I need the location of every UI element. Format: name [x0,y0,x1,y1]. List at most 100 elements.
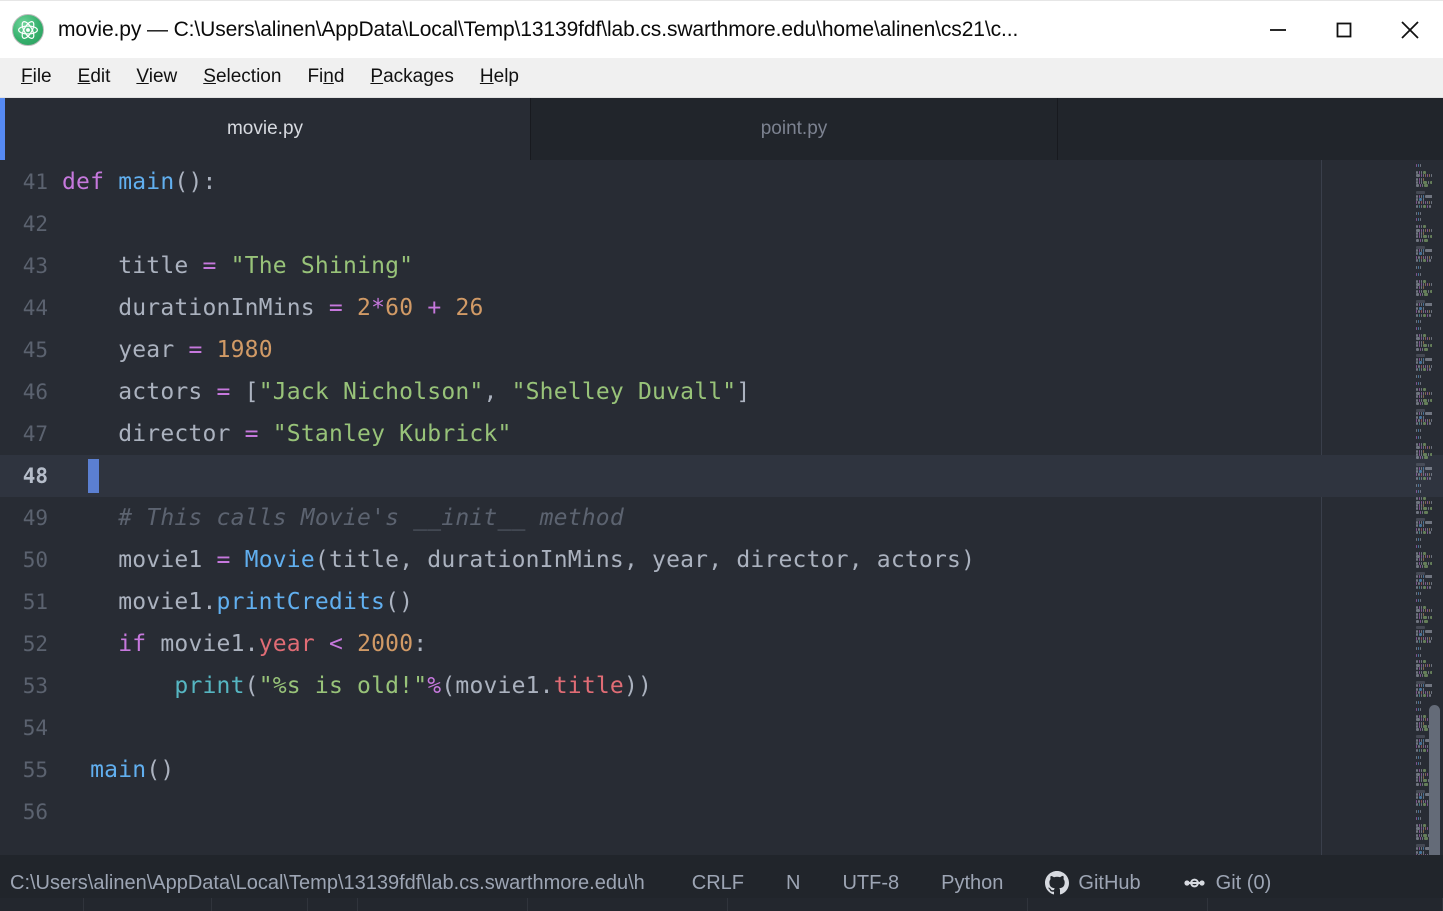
minimap-token [1416,796,1418,800]
close-button[interactable] [1377,1,1443,59]
minimap-token [1423,361,1424,365]
minimap-token [1416,483,1417,487]
line-number: 50 [22,548,48,572]
minimap-token [1419,779,1420,783]
tab-movie-py[interactable]: movie.py [0,98,531,160]
minimap-token [1419,286,1420,290]
os-taskbar-strip [0,898,1443,911]
status-item-utf-8[interactable]: UTF-8 [821,872,920,895]
minimap-token [1423,667,1424,671]
code-line-46[interactable]: 46 actors = ["Jack Nicholson", "Shelley … [0,371,1443,413]
status-item-n[interactable]: N [765,872,821,895]
minimap-token [1420,762,1421,766]
status-file-path[interactable]: C:\Users\alinen\AppData\Local\Temp\13139… [0,872,645,895]
minimap-token [1423,303,1424,307]
minimize-button[interactable] [1245,1,1311,59]
menu-item-file[interactable]: File [8,63,65,93]
code-line-50[interactable]: 50 movie1 = Movie(title, durationInMins,… [0,539,1443,581]
minimap-token [1421,585,1422,589]
code-line-52[interactable]: 52 if movie1.year < 2000: [0,623,1443,665]
vertical-scrollbar[interactable] [1428,160,1441,855]
minimap-token [1419,422,1420,426]
code-line-44[interactable]: 44 durationInMins = 2*60 + 26 [0,287,1443,329]
code-line-55[interactable]: 55 main() [0,749,1443,791]
minimap-token [1421,446,1422,450]
code-line-54[interactable]: 54 [0,707,1443,749]
minimap-token [1420,728,1421,732]
minimap-token [1423,368,1426,371]
code-editor-area[interactable]: 41 def main(): 42 43 title = "The Shining" 4… [0,160,1443,855]
tab-point-py[interactable]: point.py [531,98,1058,160]
line-number: 56 [22,800,48,824]
minimap-token [1421,582,1422,586]
minimap-token [1418,745,1420,749]
menu-item-find[interactable]: Find [294,63,357,93]
minimap-token [1421,803,1422,807]
menu-item-packages[interactable]: Packages [357,63,466,93]
status-item-python[interactable]: Python [920,872,1024,895]
maximize-button[interactable] [1311,1,1377,59]
tab-label: point.py [760,118,828,139]
code-line-content: actors = ["Jack Nicholson", "Shelley Duv… [62,379,751,405]
code-line-43[interactable]: 43 title = "The Shining" [0,245,1443,287]
menu-item-view[interactable]: View [123,63,190,93]
minimap-token [1419,303,1420,307]
minimap-token [1416,174,1420,178]
minimap-token [1421,847,1422,851]
minimap-token [1425,555,1426,558]
minimap-token [1420,837,1421,841]
minimap-token [1423,252,1424,256]
minimap-token [1416,640,1418,643]
minimap-token [1421,497,1422,501]
code-line-53[interactable]: 53 print("%s is old!"%(movie1.title)) [0,665,1443,707]
code-line-42[interactable]: 42 [0,203,1443,245]
atom-editor-window: movie.py — C:\Users\alinen\AppData\Local… [0,0,1443,911]
minimap-token [1420,646,1421,650]
menu-item-selection[interactable]: Selection [190,63,294,93]
code-line-51[interactable]: 51 movie1.printCredits() [0,581,1443,623]
minimap-token [1422,510,1423,514]
minimap-token [1421,225,1422,229]
taskbar-cell [1028,898,1208,911]
tab-bar: movie.py point.py [0,98,1443,160]
minimap-token [1418,582,1420,586]
minimap-token [1423,259,1426,263]
menu-item-edit[interactable]: Edit [65,63,124,93]
status-item-crlf[interactable]: CRLF [671,872,765,895]
minimap-token [1416,344,1418,348]
tab-label: movie.py [226,118,304,139]
scrollbar-thumb[interactable] [1429,705,1440,855]
code-line-56[interactable]: 56 [0,791,1443,833]
minimap-token [1416,497,1418,501]
minimap-token [1423,476,1426,480]
code-line-45[interactable]: 45 year = 1980 [0,329,1443,371]
minimap-token [1416,667,1418,671]
code-line-41[interactable]: 41 def main(): [0,161,1443,203]
minimap-token [1419,412,1420,416]
minimap-token [1419,476,1420,480]
minimap-token [1423,830,1424,834]
minimap-token [1421,235,1422,239]
code-line-49[interactable]: 49 # This calls Movie's __init__ method [0,497,1443,539]
line-number: 49 [22,506,48,530]
status-item-github[interactable]: GitHub [1024,871,1161,895]
minimap-token [1416,755,1417,759]
code-line-47[interactable]: 47 director = "Stanley Kubrick" [0,413,1443,455]
minimap-token [1422,837,1423,841]
minimap-token [1418,272,1419,276]
minimap-token [1421,476,1422,480]
minimap-token [1420,184,1421,188]
minimap-token [1420,674,1421,677]
code-lines[interactable]: 41 def main(): 42 43 title = "The Shining" 4… [0,160,1443,833]
minimap-token [1419,368,1420,371]
minimap-token [1422,456,1423,460]
line-number: 47 [22,422,48,446]
minimap-token [1416,490,1417,494]
minimap-token [1416,565,1419,569]
code-line-48[interactable]: 48 [0,455,1443,497]
taskbar-cell [1208,898,1443,911]
menu-item-help[interactable]: Help [467,63,532,93]
status-item-git-0[interactable]: Git (0) [1162,872,1293,895]
minimap-token [1420,436,1421,439]
minimap-token [1422,402,1423,405]
